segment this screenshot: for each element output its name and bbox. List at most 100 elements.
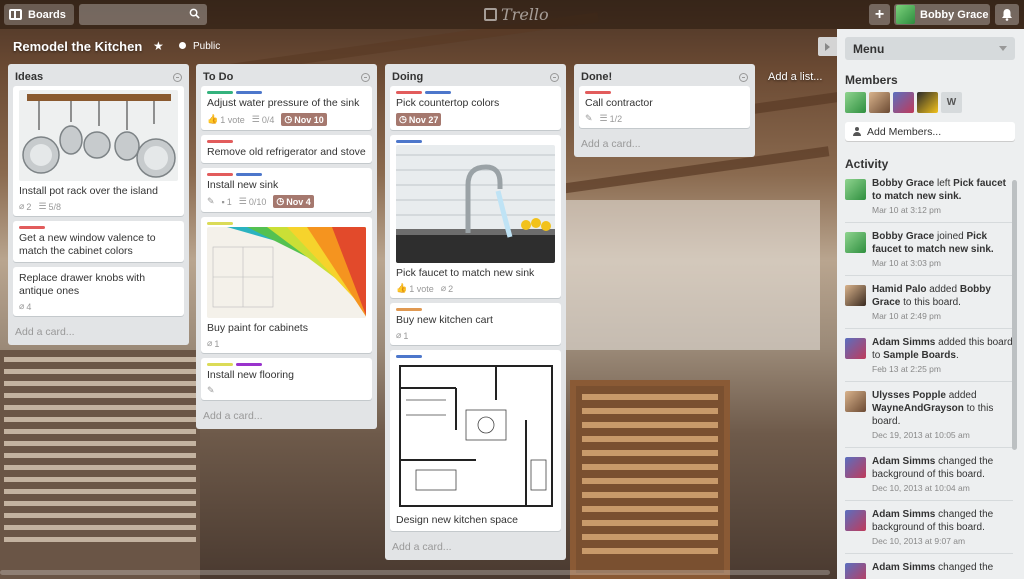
pencil-icon: ✎: [207, 385, 215, 395]
add-card-button[interactable]: Add a card...: [13, 321, 184, 345]
card-title: Install new flooring: [207, 369, 294, 381]
activity-user[interactable]: Adam Simms: [872, 509, 935, 520]
avatar[interactable]: [869, 92, 890, 113]
avatar[interactable]: [845, 338, 866, 359]
card-title: Design new kitchen space: [396, 514, 518, 526]
activity-user[interactable]: Adam Simms: [872, 456, 935, 467]
paperclip-icon: ⌀: [440, 283, 447, 293]
sidebar-scrollbar[interactable]: [1012, 180, 1017, 450]
visibility-label[interactable]: Public: [193, 41, 220, 52]
activity-user[interactable]: Adam Simms: [872, 337, 935, 348]
list-title[interactable]: Done!: [581, 71, 612, 83]
list-menu-icon[interactable]: [550, 72, 559, 82]
add-members-button[interactable]: Add Members...: [845, 122, 1015, 141]
card-item[interactable]: Pick countertop colors ◷ Nov 27: [390, 86, 561, 130]
sidebar: Menu Members W Add Members... Activity B…: [837, 29, 1024, 579]
user-menu-button[interactable]: Bobby Grace: [894, 4, 990, 25]
card-item[interactable]: Design new kitchen space: [390, 350, 561, 531]
card-label: [396, 140, 422, 143]
menu-button[interactable]: Menu: [845, 37, 1015, 60]
notifications-button[interactable]: [995, 4, 1019, 25]
avatar[interactable]: W: [941, 92, 962, 113]
comment-icon: ▪: [221, 196, 225, 207]
activity-user[interactable]: Hamid Palo: [872, 284, 926, 295]
list-menu-icon[interactable]: [739, 72, 748, 82]
card-title: Buy paint for cabinets: [207, 322, 308, 334]
activity-time: Mar 10 at 2:49 pm: [872, 311, 941, 321]
avatar[interactable]: [845, 510, 866, 531]
card-item[interactable]: Call contractor ✎ ☰ 1/2: [579, 86, 750, 128]
activity-user[interactable]: Adam Simms: [872, 562, 935, 573]
add-button[interactable]: +: [869, 4, 890, 25]
avatar[interactable]: [845, 179, 866, 200]
card-label: [207, 222, 233, 225]
card-title: Call contractor: [585, 97, 653, 109]
card-label: [207, 140, 233, 143]
activity-user[interactable]: Ulysses Popple: [872, 390, 946, 401]
list-title[interactable]: Doing: [392, 71, 423, 83]
avatar[interactable]: [893, 92, 914, 113]
person-icon: [853, 127, 861, 136]
activity-item: Adam Simms changed the: [845, 561, 1013, 579]
card-item[interactable]: Replace drawer knobs with antique ones ⌀…: [13, 267, 184, 316]
card-item[interactable]: Remove old refrigerator and stove: [201, 135, 372, 163]
card-item[interactable]: Buy new kitchen cart ⌀ 1: [390, 303, 561, 345]
trello-logo-icon: [484, 8, 497, 21]
card-label: [19, 226, 45, 229]
card-item[interactable]: Get a new window valence to match the ca…: [13, 221, 184, 262]
list-menu-icon[interactable]: [173, 72, 182, 82]
search-input[interactable]: [79, 4, 207, 25]
chevron-down-icon: [999, 46, 1007, 51]
card-item[interactable]: Adjust water pressure of the sink 👍 1 vot…: [201, 86, 372, 130]
activity-target[interactable]: WayneAndGrayson: [872, 403, 964, 414]
members-title: Members: [845, 73, 898, 87]
public-icon: [179, 42, 186, 49]
card-label: [425, 91, 451, 94]
card-item[interactable]: Install pot rack over the island ⌀ 2 ☰ 5/8: [13, 86, 184, 216]
search-icon[interactable]: [189, 8, 200, 19]
card-label: [207, 363, 233, 366]
card-title: Pick countertop colors: [396, 97, 500, 109]
paperclip-icon: ⌀: [207, 338, 213, 348]
add-card-button[interactable]: Add a card...: [390, 536, 561, 560]
due-date-badge: ◷ Nov 10: [281, 113, 327, 126]
add-card-button[interactable]: Add a card...: [579, 133, 750, 157]
activity-user[interactable]: Bobby Grace: [872, 231, 934, 242]
list-title[interactable]: Ideas: [15, 71, 43, 83]
thumbs-up-icon: 👍: [396, 283, 408, 293]
avatar[interactable]: [845, 457, 866, 478]
card-item[interactable]: Install new sink ✎ ▪ 1 ☰ 0/10 ◷ Nov 4: [201, 168, 372, 212]
avatar[interactable]: [845, 563, 866, 579]
card-label: [207, 173, 233, 176]
activity-target[interactable]: Sample Boards: [883, 350, 956, 361]
trello-logo[interactable]: Trello: [484, 5, 549, 24]
activity-time: Dec 10, 2013 at 9:07 am: [872, 536, 966, 546]
list-title[interactable]: To Do: [203, 71, 233, 83]
board-scrollbar[interactable]: [0, 570, 830, 575]
card-item[interactable]: Buy paint for cabinets ⌀ 1: [201, 217, 372, 353]
star-icon[interactable]: ★: [153, 39, 164, 53]
board-title[interactable]: Remodel the Kitchen: [13, 39, 142, 54]
sidebar-collapse-toggle[interactable]: [818, 37, 837, 56]
boards-button[interactable]: Boards: [4, 4, 74, 25]
add-card-button[interactable]: Add a card...: [201, 405, 372, 429]
card-item[interactable]: Pick faucet to match new sink 👍 1 vote ⌀ 2: [390, 135, 561, 298]
activity-item: Bobby Grace joined Pick faucet to match …: [845, 230, 1013, 276]
card-title: Remove old refrigerator and stove: [207, 146, 366, 158]
avatar[interactable]: [845, 391, 866, 412]
activity-item: Bobby Grace left Pick faucet to match ne…: [845, 177, 1013, 223]
activity-user[interactable]: Bobby Grace: [872, 178, 934, 189]
avatar[interactable]: [845, 92, 866, 113]
card-label: [396, 91, 422, 94]
checklist-icon: ☰: [38, 201, 47, 211]
activity-time: Dec 19, 2013 at 10:05 am: [872, 430, 970, 440]
avatar[interactable]: [917, 92, 938, 113]
add-list-button[interactable]: Add a list...: [768, 71, 822, 83]
card-title: Install pot rack over the island: [19, 185, 158, 197]
list-menu-icon[interactable]: [361, 72, 370, 82]
card-item[interactable]: Install new flooring ✎: [201, 358, 372, 400]
avatar[interactable]: [845, 285, 866, 306]
avatar[interactable]: [845, 232, 866, 253]
checklist-icon: ☰: [251, 114, 260, 124]
attachment-badge: ⌀ 2: [440, 283, 454, 294]
